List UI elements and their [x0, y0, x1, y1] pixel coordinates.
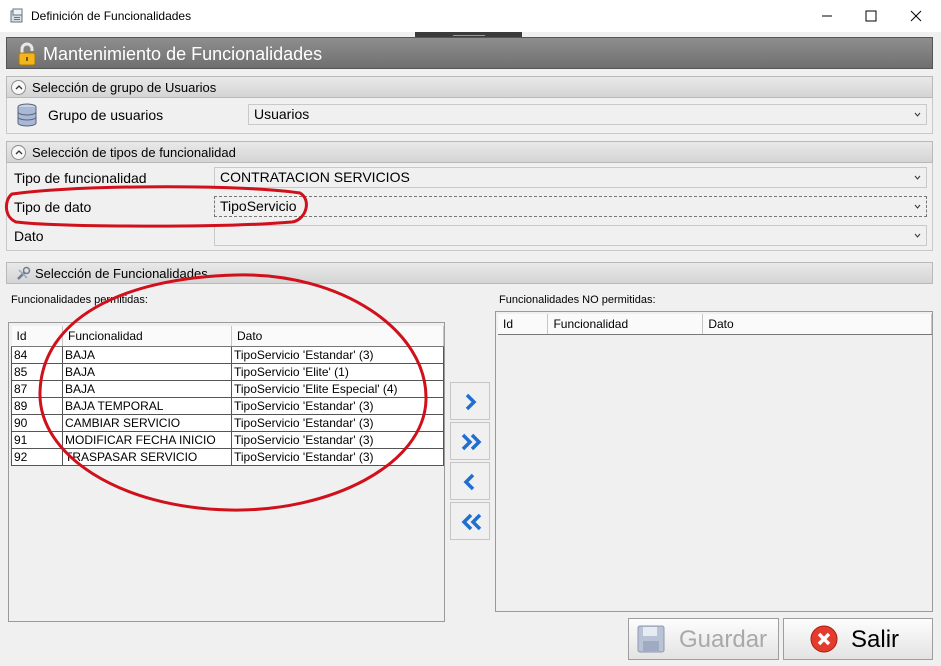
- section-header-groups[interactable]: Selección de grupo de Usuarios: [6, 76, 933, 98]
- allowed-table-body: 84 BAJA TipoServicio 'Estandar' (3) 85 BAJA T…: [11, 346, 444, 466]
- tipo-dato-select[interactable]: TipoServicio: [214, 196, 927, 217]
- column-header-dato[interactable]: Dato: [231, 326, 444, 347]
- database-icon: [17, 103, 37, 127]
- floppy-disk-icon: [637, 625, 665, 653]
- chevron-down-icon: [914, 175, 921, 180]
- tools-icon: [17, 266, 31, 280]
- cell-dato[interactable]: TipoServicio 'Estandar' (3): [231, 448, 444, 466]
- cell-dato[interactable]: TipoServicio 'Elite' (1): [231, 363, 444, 381]
- chevron-left-icon: [463, 473, 475, 491]
- cell-id[interactable]: 90: [11, 414, 63, 432]
- chevron-down-icon: [914, 112, 921, 117]
- close-icon: [910, 10, 922, 22]
- table-row[interactable]: 85 BAJA TipoServicio 'Elite' (1): [11, 363, 444, 381]
- cell-funcionalidad[interactable]: MODIFICAR FECHA INICIO: [62, 431, 232, 449]
- move-one-left-button[interactable]: [450, 462, 490, 500]
- close-circle-icon: [810, 625, 838, 653]
- lock-icon: [18, 42, 36, 66]
- close-button[interactable]: [893, 0, 939, 32]
- section-title-funcionalidades: Selección de Funcionalidades: [35, 266, 208, 281]
- exit-button[interactable]: Salir: [783, 618, 933, 660]
- denied-header-row: Id Funcionalidad Dato: [498, 314, 932, 335]
- collapse-types-button[interactable]: [11, 145, 26, 160]
- main-header: Mantenimiento de Funcionalidades: [6, 37, 933, 69]
- dato-select[interactable]: [214, 225, 927, 246]
- cell-funcionalidad[interactable]: CAMBIAR SERVICIO: [62, 414, 232, 432]
- maximize-button[interactable]: [848, 0, 894, 32]
- column-header-funcionalidad[interactable]: Funcionalidad: [62, 326, 232, 347]
- minimize-icon: [822, 15, 832, 17]
- section-title-types: Selección de tipos de funcionalidad: [32, 145, 236, 160]
- denied-grid[interactable]: Id Funcionalidad Dato: [495, 311, 933, 612]
- cell-funcionalidad[interactable]: BAJA: [62, 380, 232, 398]
- table-row[interactable]: 84 BAJA TipoServicio 'Estandar' (3): [11, 346, 444, 364]
- column-header-id[interactable]: Id: [11, 326, 63, 347]
- table-row[interactable]: 91 MODIFICAR FECHA INICIO TipoServicio 'Es…: [11, 431, 444, 449]
- section-header-types[interactable]: Selección de tipos de funcionalidad: [6, 141, 933, 163]
- group-select[interactable]: Usuarios: [248, 104, 927, 125]
- cell-dato[interactable]: TipoServicio 'Estandar' (3): [231, 431, 444, 449]
- group-label: Grupo de usuarios: [48, 107, 164, 123]
- allowed-table: Id Funcionalidad Dato 84 BAJA TipoServicio…: [11, 326, 444, 466]
- cell-id[interactable]: 85: [11, 363, 63, 381]
- column-header-funcionalidad[interactable]: Funcionalidad: [547, 314, 704, 335]
- cell-dato[interactable]: TipoServicio 'Estandar' (3): [231, 346, 444, 364]
- allowed-label: Funcionalidades permitidas:: [11, 294, 148, 306]
- section-body-groups: Grupo de usuarios Usuarios: [6, 98, 933, 134]
- cell-id[interactable]: 92: [11, 448, 63, 466]
- cell-dato[interactable]: TipoServicio 'Estandar' (3): [231, 414, 444, 432]
- tipo-dato-label: Tipo de dato: [14, 199, 92, 215]
- cell-id[interactable]: 91: [11, 431, 63, 449]
- column-header-dato[interactable]: Dato: [702, 314, 932, 335]
- column-header-id[interactable]: Id: [498, 314, 549, 335]
- denied-table: Id Funcionalidad Dato: [498, 314, 932, 335]
- table-row[interactable]: 89 BAJA TEMPORAL TipoServicio 'Estandar' (…: [11, 397, 444, 415]
- window-title: Definición de Funcionalidades: [31, 9, 192, 23]
- cell-funcionalidad[interactable]: TRASPASAR SERVICIO: [62, 448, 232, 466]
- cell-dato[interactable]: TipoServicio 'Estandar' (3): [231, 397, 444, 415]
- cell-funcionalidad[interactable]: BAJA: [62, 346, 232, 364]
- cell-dato[interactable]: TipoServicio 'Elite Especial' (4): [231, 380, 444, 398]
- tipo-dato-value: TipoServicio: [220, 198, 297, 214]
- chevron-up-icon: [15, 150, 23, 155]
- double-chevron-left-icon: [461, 513, 482, 531]
- page-title: Mantenimiento de Funcionalidades: [43, 44, 323, 64]
- chevron-up-icon: [15, 85, 23, 90]
- section-header-funcionalidades[interactable]: Selección de Funcionalidades: [6, 262, 933, 284]
- cell-funcionalidad[interactable]: BAJA TEMPORAL: [62, 397, 232, 415]
- collapse-groups-button[interactable]: [11, 80, 26, 95]
- tipo-funcionalidad-value: CONTRATACION SERVICIOS: [220, 169, 410, 185]
- tipo-funcionalidad-select[interactable]: CONTRATACION SERVICIOS: [214, 167, 927, 188]
- section-title-groups: Selección de grupo de Usuarios: [32, 80, 217, 95]
- maximize-icon: [865, 10, 877, 22]
- tipo-funcionalidad-label: Tipo de funcionalidad: [14, 170, 147, 186]
- group-select-value: Usuarios: [254, 106, 310, 122]
- chevron-right-icon: [465, 393, 477, 411]
- table-row[interactable]: 87 BAJA TipoServicio 'Elite Especial' (4): [11, 380, 444, 398]
- double-chevron-right-icon: [461, 433, 482, 451]
- chevron-down-icon: [914, 233, 921, 238]
- app-icon: [10, 8, 23, 23]
- cell-id[interactable]: 87: [11, 380, 63, 398]
- save-button[interactable]: Guardar: [628, 618, 779, 660]
- table-row[interactable]: 92 TRASPASAR SERVICIO TipoServicio 'Estand…: [11, 448, 444, 466]
- section-body-types: Tipo de funcionalidad CONTRATACION SERVI…: [6, 163, 933, 251]
- exit-button-label: Salir: [851, 626, 900, 653]
- title-bar: Definición de Funcionalidades: [0, 0, 941, 32]
- dato-label: Dato: [14, 228, 44, 244]
- cell-id[interactable]: 84: [11, 346, 63, 364]
- minimize-button[interactable]: [804, 0, 850, 32]
- chevron-down-icon: [914, 204, 921, 209]
- cell-funcionalidad[interactable]: BAJA: [62, 363, 232, 381]
- move-all-right-button[interactable]: [450, 422, 490, 460]
- allowed-grid[interactable]: Id Funcionalidad Dato 84 BAJA TipoServicio…: [8, 322, 445, 622]
- move-all-left-button[interactable]: [450, 502, 490, 540]
- allowed-header-row: Id Funcionalidad Dato: [11, 326, 444, 347]
- cell-id[interactable]: 89: [11, 397, 63, 415]
- move-one-right-button[interactable]: [450, 382, 490, 420]
- table-row[interactable]: 90 CAMBIAR SERVICIO TipoServicio 'Estandar…: [11, 414, 444, 432]
- denied-label: Funcionalidades NO permitidas:: [499, 294, 656, 306]
- save-button-label: Guardar: [679, 626, 768, 653]
